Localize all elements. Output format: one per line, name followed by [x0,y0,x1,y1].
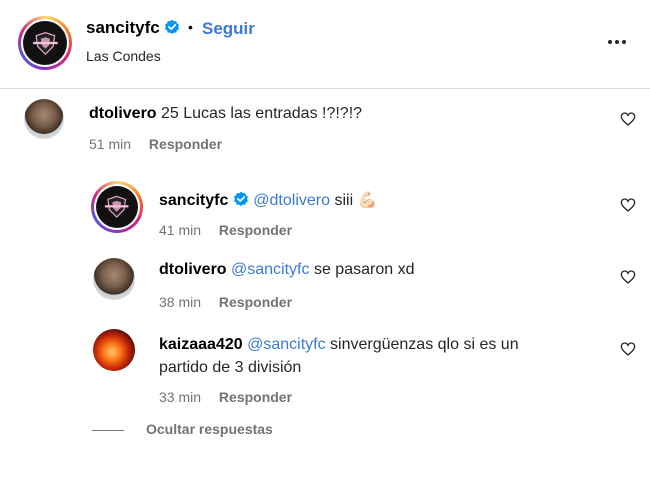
comment-meta: 41 min Responder [159,222,292,238]
like-heart-icon[interactable] [620,269,636,285]
comment-username[interactable]: sancityfc [159,192,228,209]
club-logo-icon [23,21,67,65]
reply-button[interactable]: Responder [219,222,292,238]
mention-link[interactable]: @sancityfc [247,336,325,353]
follow-button[interactable]: Seguir [202,19,255,39]
comment-username[interactable]: kaizaaa420 [159,336,243,353]
author-avatar[interactable] [18,16,72,70]
comment-text: se pasaron xd [313,261,415,278]
hide-replies-divider [92,430,124,431]
comment-time: 51 min [89,136,132,152]
comment-item: dtolivero 25 Lucas las entradas !?!?!? [89,105,362,123]
reply-item: kaizaaa420 @sancityfc sinvergüenzas qlo … [159,333,589,379]
mention-link[interactable]: @sancityfc [231,261,309,278]
like-heart-icon[interactable] [620,111,636,127]
hide-replies-button[interactable]: Ocultar respuestas [146,421,273,437]
commenter-avatar[interactable] [93,258,135,300]
comment-meta: 51 min Responder [89,136,222,152]
comment-text-line2: partido de 3 división [159,359,302,376]
like-heart-icon[interactable] [620,197,636,213]
verified-badge-icon [233,191,248,206]
reply-button[interactable]: Responder [219,389,292,405]
reply-item: dtolivero @sancityfc se pasaron xd [159,261,414,279]
author-username[interactable]: sancityfc [86,18,180,38]
comment-text: 25 Lucas las entradas !?!?!? [161,105,363,122]
reply-button[interactable]: Responder [149,136,222,152]
club-logo-icon [96,186,138,228]
commenter-avatar[interactable] [93,329,135,371]
commenter-avatar[interactable] [91,181,143,233]
reply-item: sancityfc @dtolivero siii 💪🏻 [159,190,377,210]
comment-username[interactable]: dtolivero [159,261,227,278]
comment-text-line1: sinvergüenzas qlo si es un [330,336,519,353]
comment-time: 38 min [159,294,202,310]
like-heart-icon[interactable] [620,341,636,357]
comment-username[interactable]: dtolivero [89,105,157,122]
commenter-avatar[interactable] [24,99,64,139]
author-username-text[interactable]: sancityfc [86,18,160,37]
verified-badge-icon [165,19,180,34]
comment-text: siii 💪🏻 [334,192,378,209]
post-location[interactable]: Las Condes [86,48,161,64]
comment-meta: 33 min Responder [159,389,292,405]
reply-button[interactable]: Responder [219,294,292,310]
mention-link[interactable]: @dtolivero [253,192,330,209]
comment-meta: 38 min Responder [159,294,292,310]
post-header: sancityfc • Seguir Las Condes [0,0,650,89]
more-options-icon[interactable] [605,30,629,54]
separator-dot: • [188,19,193,35]
comment-time: 41 min [159,222,202,238]
comment-time: 33 min [159,389,202,405]
